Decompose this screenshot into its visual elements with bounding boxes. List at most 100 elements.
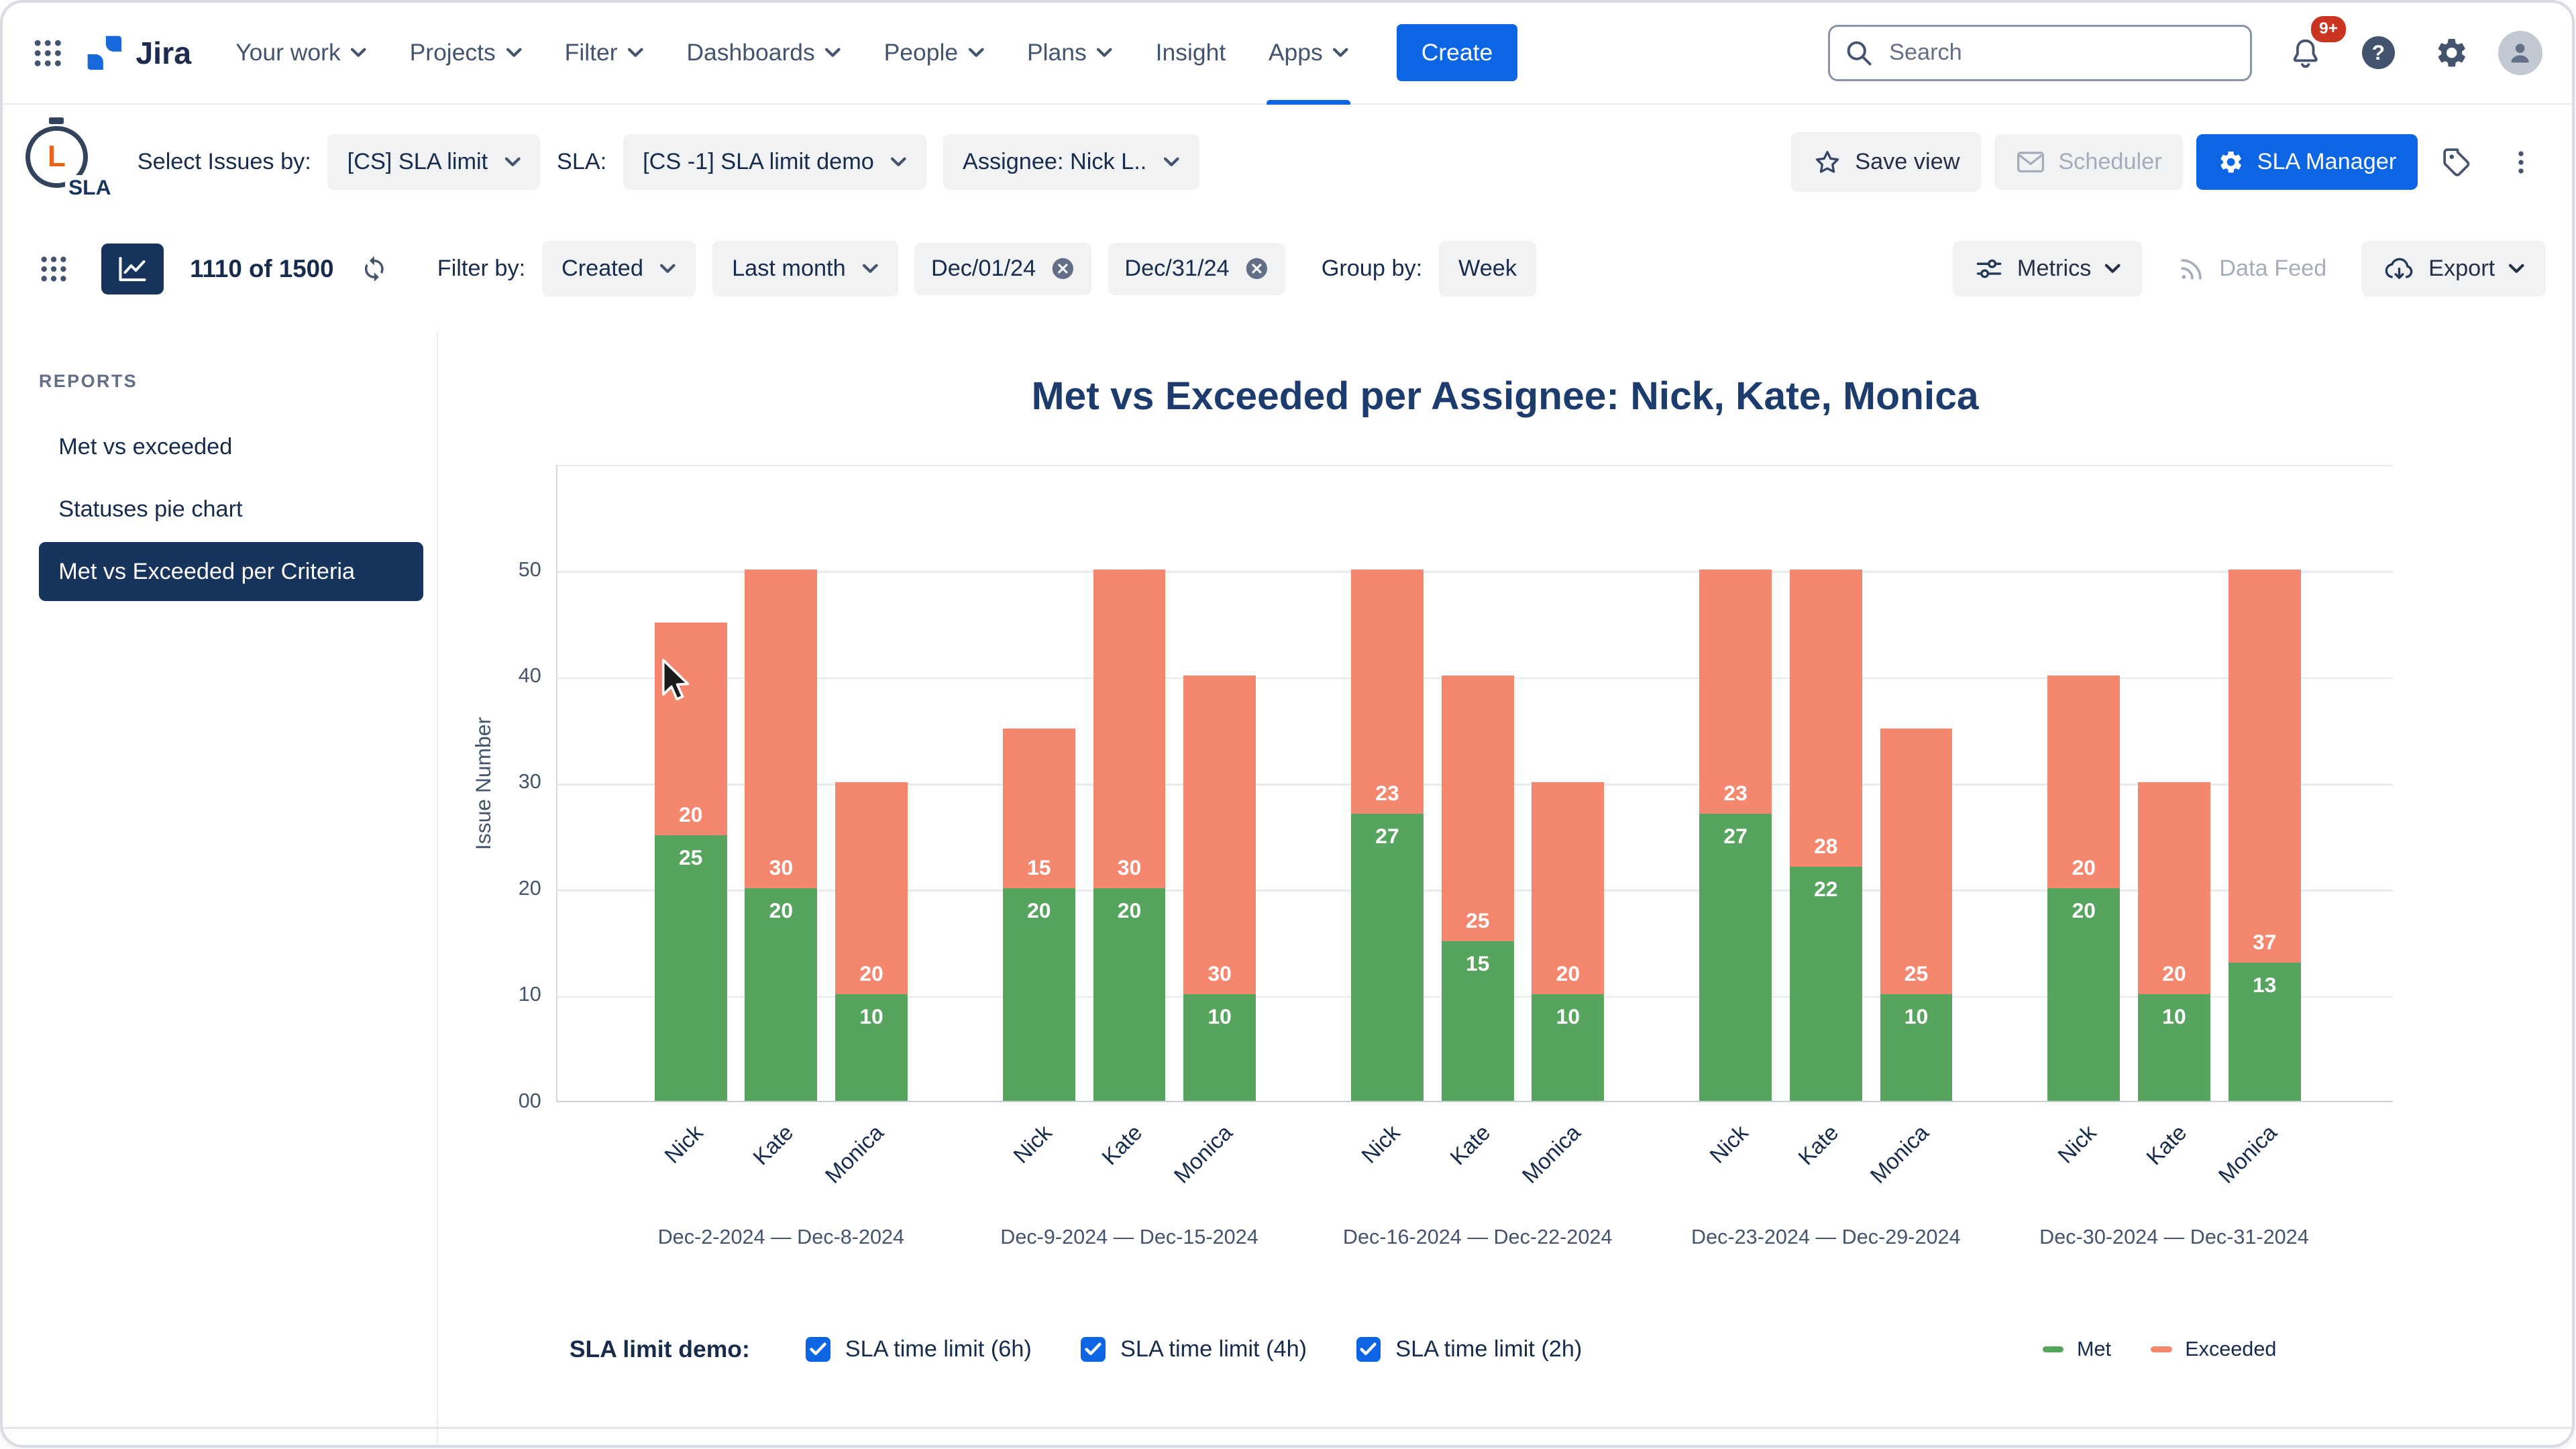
save-view-button[interactable]: Save view — [1790, 132, 1982, 192]
exceeded-segment[interactable]: 25 — [1880, 729, 1953, 995]
met-segment[interactable]: 10 — [835, 994, 908, 1101]
bar-monica-week4[interactable]: 25 10 Monica — [1866, 729, 1953, 1189]
exceeded-segment[interactable]: 20 — [654, 623, 727, 835]
chart-view-button[interactable] — [101, 243, 164, 294]
help-button[interactable] — [2352, 27, 2404, 79]
nav-item-label: Filter — [564, 39, 618, 66]
nav-item-insight[interactable]: Insight — [1134, 3, 1247, 103]
bar-monica-week5[interactable]: 37 13 Monica — [2214, 569, 2301, 1189]
settings-button[interactable] — [2424, 26, 2479, 80]
exceeded-segment[interactable]: 30 — [1183, 676, 1256, 995]
exceeded-segment[interactable]: 37 — [2228, 569, 2301, 963]
exceeded-segment[interactable]: 15 — [1002, 729, 1075, 889]
more-options-button[interactable] — [2497, 138, 2546, 186]
met-segment[interactable]: 22 — [1789, 867, 1862, 1101]
met-segment[interactable]: 27 — [1351, 814, 1424, 1101]
bar-kate-week2[interactable]: 30 20 Kate — [1093, 569, 1166, 1170]
date-from-chip[interactable]: Dec/01/24 — [914, 242, 1092, 295]
met-segment[interactable]: 10 — [1532, 994, 1605, 1101]
remove-date-from-icon[interactable] — [1051, 256, 1075, 281]
met-segment[interactable]: 20 — [1093, 888, 1166, 1101]
nav-item-apps[interactable]: Apps — [1247, 3, 1371, 105]
nav-item-label: Apps — [1268, 39, 1323, 66]
exceeded-segment[interactable]: 20 — [2138, 782, 2210, 995]
grid-view-button[interactable] — [22, 244, 85, 294]
scheduler-button[interactable]: Scheduler — [1994, 133, 2184, 191]
checkbox-sla-time-limit-6h[interactable]: SLA time limit (6h) — [806, 1336, 1032, 1362]
period-dropdown[interactable]: Last month — [712, 241, 898, 297]
y-tick-label: 50 — [518, 557, 541, 581]
metrics-dropdown[interactable]: Metrics — [1953, 241, 2143, 297]
bar-kate-week3[interactable]: 25 15 Kate — [1441, 676, 1514, 1170]
assignee-dropdown[interactable]: Assignee: Nick L.. — [943, 134, 1199, 191]
bar-nick-week4[interactable]: 23 27 Nick — [1699, 569, 1772, 1169]
met-segment[interactable]: 10 — [2138, 994, 2210, 1101]
exceeded-segment[interactable]: 28 — [1789, 569, 1862, 867]
sidebar-item-statuses-pie-chart[interactable]: Statuses pie chart — [39, 480, 424, 539]
exceeded-segment[interactable]: 30 — [1093, 569, 1166, 889]
met-segment[interactable]: 13 — [2228, 962, 2301, 1101]
met-segment[interactable]: 15 — [1441, 941, 1514, 1101]
bar-nick-week2[interactable]: 15 20 Nick — [1002, 729, 1075, 1169]
met-segment[interactable]: 27 — [1699, 814, 1772, 1101]
notifications-button[interactable]: 9+ — [2278, 13, 2349, 80]
x-tick-label: Kate — [1793, 1120, 1843, 1171]
filter-field-dropdown[interactable]: Created — [541, 241, 696, 297]
app-switcher-button[interactable] — [22, 28, 73, 78]
met-segment[interactable]: 20 — [2047, 888, 2121, 1101]
bar-nick-week5[interactable]: 20 20 Nick — [2047, 676, 2121, 1169]
bar-monica-week2[interactable]: 30 10 Monica — [1169, 676, 1256, 1189]
nav-item-filter[interactable]: Filter — [543, 3, 665, 103]
bar-kate-week1[interactable]: 30 20 Kate — [745, 569, 818, 1170]
exceeded-segment[interactable]: 25 — [1441, 676, 1514, 942]
sidebar-item-met-vs-exceeded-per-criteria[interactable]: Met vs Exceeded per Criteria — [38, 542, 424, 602]
checkbox-sla-time-limit-2h[interactable]: SLA time limit (2h) — [1356, 1336, 1582, 1362]
exceeded-segment[interactable]: 23 — [1699, 569, 1772, 814]
bar-kate-week5[interactable]: 20 10 Kate — [2138, 782, 2210, 1170]
group-by-value: Week — [1458, 256, 1517, 282]
sla-dropdown[interactable]: [CS -1] SLA limit demo — [623, 134, 927, 191]
met-segment[interactable]: 20 — [1002, 888, 1075, 1101]
export-dropdown[interactable]: Export — [2361, 241, 2546, 297]
exceeded-segment[interactable]: 23 — [1351, 569, 1424, 814]
met-segment[interactable]: 25 — [654, 835, 727, 1101]
sidebar-item-met-vs-exceeded[interactable]: Met vs exceeded — [39, 418, 424, 477]
data-feed-button[interactable]: Data Feed — [2155, 239, 2348, 299]
exceeded-segment[interactable]: 20 — [835, 782, 908, 995]
refresh-button[interactable] — [350, 245, 398, 292]
nav-item-people[interactable]: People — [863, 3, 1006, 103]
met-value-label: 20 — [1027, 898, 1051, 922]
met-segment[interactable]: 20 — [745, 888, 818, 1101]
bar-kate-week4[interactable]: 28 22 Kate — [1789, 569, 1862, 1170]
nav-item-dashboards[interactable]: Dashboards — [665, 3, 863, 103]
sla-manager-button[interactable]: SLA Manager — [2196, 133, 2418, 191]
exceeded-segment[interactable]: 20 — [1532, 782, 1605, 995]
date-to-chip[interactable]: Dec/31/24 — [1108, 242, 1285, 295]
bar-nick-week1[interactable]: 20 25 Nick — [654, 623, 727, 1169]
remove-date-to-icon[interactable] — [1244, 256, 1269, 281]
checkbox-sla-time-limit-4h[interactable]: SLA time limit (4h) — [1081, 1336, 1307, 1362]
nav-item-projects[interactable]: Projects — [388, 3, 543, 103]
check-icon — [1360, 1342, 1377, 1356]
search-box — [1827, 25, 2252, 81]
checkbox-icon — [806, 1337, 830, 1362]
search-input[interactable] — [1827, 25, 2252, 81]
bar-nick-week3[interactable]: 23 27 Nick — [1351, 569, 1424, 1169]
x-tick-label: Monica — [820, 1120, 890, 1189]
tag-button[interactable] — [2431, 136, 2483, 188]
met-segment[interactable]: 10 — [1183, 994, 1256, 1101]
profile-avatar[interactable] — [2498, 30, 2543, 75]
issues-filter-dropdown[interactable]: [CS] SLA limit — [327, 134, 541, 191]
group-by-dropdown[interactable]: Week — [1438, 241, 1537, 297]
week-group-4: 23 27 Nick 28 22 Kate 25 10 Monica Dec-23-2024 — … — [1691, 569, 1961, 1248]
nav-item-your-work[interactable]: Your work — [214, 3, 388, 103]
select-issues-label: Select Issues by: — [137, 149, 311, 175]
met-segment[interactable]: 10 — [1880, 994, 1953, 1101]
exceeded-segment[interactable]: 20 — [2047, 676, 2121, 889]
exceeded-segment[interactable]: 30 — [745, 569, 818, 889]
nav-item-plans[interactable]: Plans — [1006, 3, 1134, 103]
create-button[interactable]: Create — [1396, 24, 1517, 82]
bar-monica-week3[interactable]: 20 10 Monica — [1517, 782, 1605, 1189]
jira-logo[interactable]: Jira — [83, 32, 191, 74]
bar-monica-week1[interactable]: 20 10 Monica — [821, 782, 908, 1189]
